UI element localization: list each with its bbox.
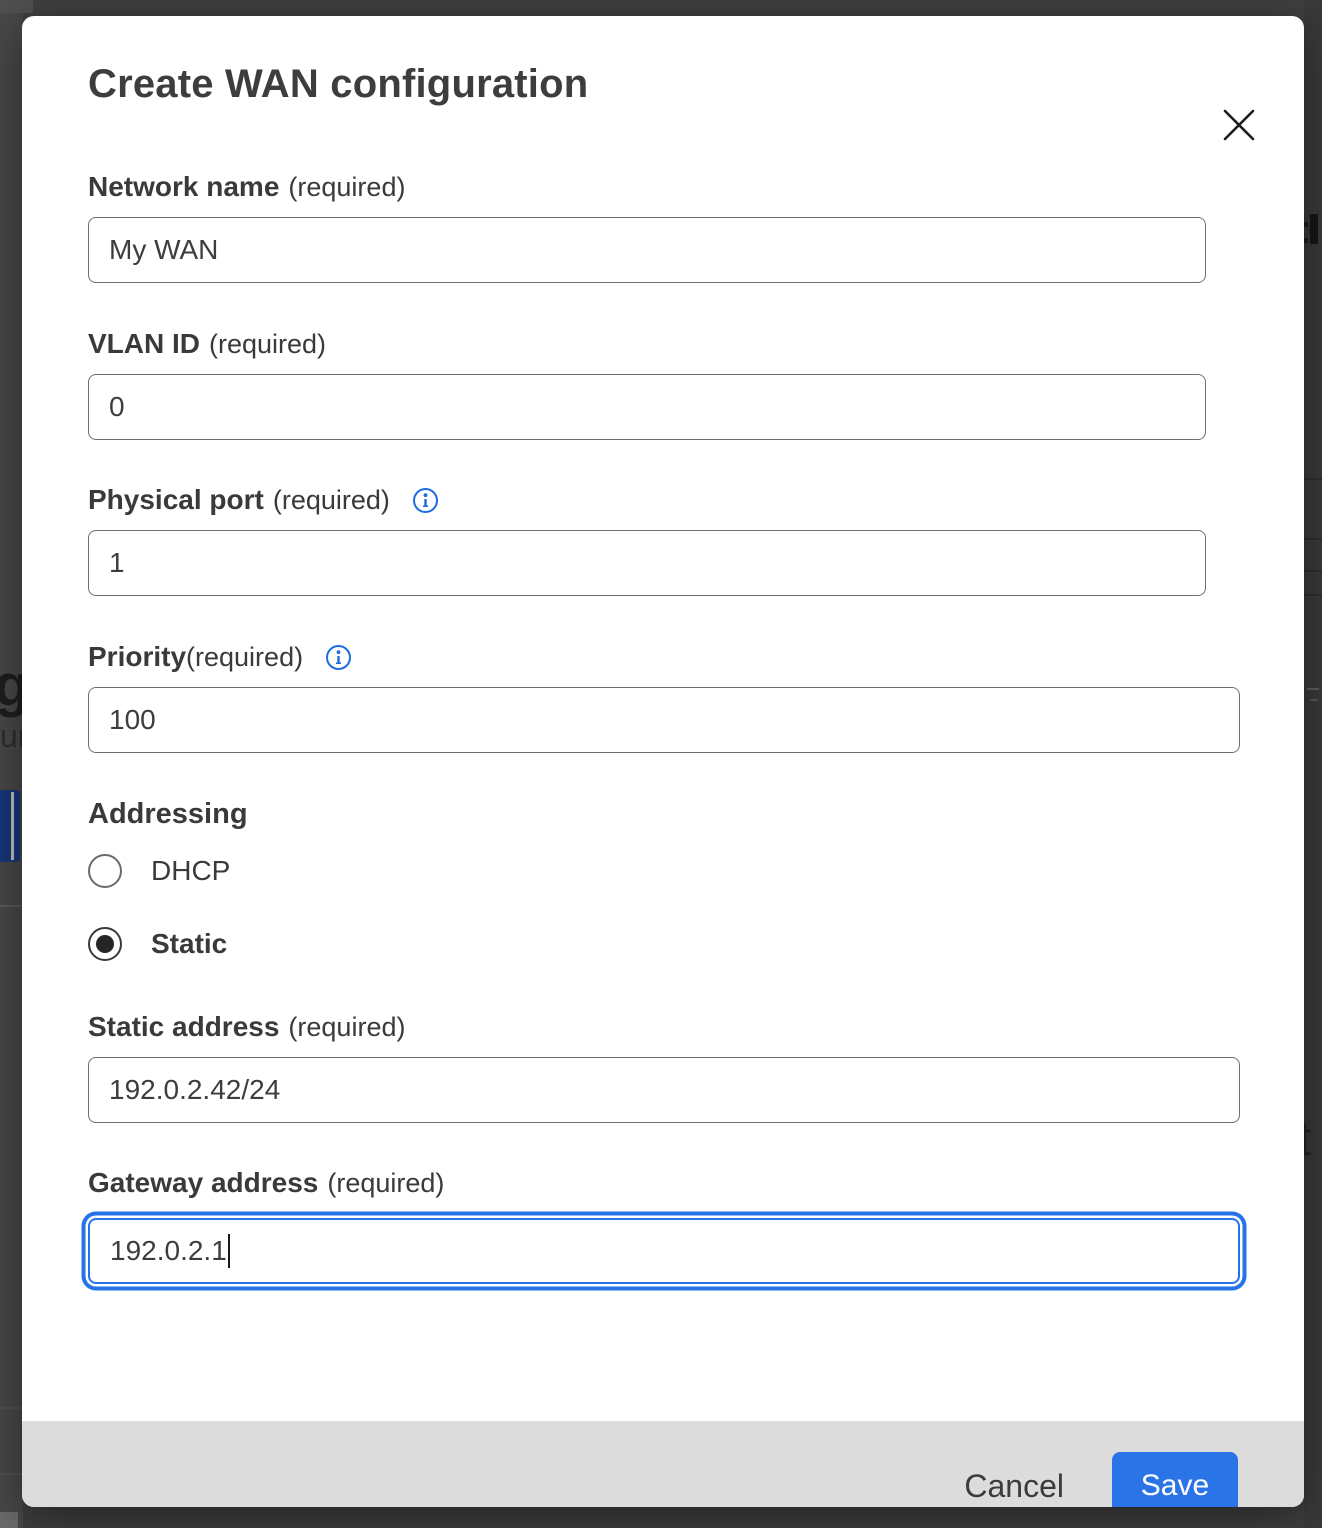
required-hint: (required) bbox=[209, 327, 326, 361]
background-dash bbox=[1310, 699, 1318, 701]
physical-port-input[interactable] bbox=[88, 530, 1206, 596]
background-topleft-patch bbox=[0, 0, 33, 13]
vlan-id-label-row: VLAN ID (required) bbox=[88, 327, 1304, 361]
required-hint: (required) bbox=[186, 640, 303, 674]
radio-static-label: Static bbox=[151, 928, 227, 960]
addressing-radio-static[interactable]: Static bbox=[88, 926, 1304, 962]
close-button[interactable] bbox=[1216, 102, 1262, 148]
background-divider-line bbox=[0, 1407, 23, 1409]
background-text-dot bbox=[1304, 238, 1308, 243]
save-button[interactable]: Save bbox=[1112, 1452, 1238, 1507]
background-table-row-line bbox=[1304, 570, 1322, 572]
background-dash bbox=[1307, 688, 1319, 690]
background-divider-line bbox=[0, 1473, 23, 1475]
background-text-fragment: ur bbox=[0, 718, 23, 755]
background-divider-line bbox=[0, 905, 23, 907]
radio-unselected-icon bbox=[88, 854, 122, 888]
gateway-address-value: 192.0.2.1 bbox=[110, 1235, 227, 1267]
required-hint: (required) bbox=[327, 1166, 444, 1200]
network-name-input[interactable] bbox=[88, 217, 1206, 283]
background-table-row-line bbox=[1304, 478, 1322, 480]
gateway-address-label: Gateway address bbox=[88, 1166, 318, 1200]
static-address-input[interactable] bbox=[88, 1057, 1240, 1123]
background-table-row-line bbox=[1304, 594, 1322, 596]
gateway-address-label-row: Gateway address (required) bbox=[88, 1166, 1304, 1200]
required-hint: (required) bbox=[288, 1010, 405, 1044]
cancel-button[interactable]: Cancel bbox=[964, 1468, 1064, 1505]
priority-label: Priority bbox=[88, 640, 186, 674]
background-blue-button-divider bbox=[11, 792, 14, 860]
vlan-id-input[interactable] bbox=[88, 374, 1206, 440]
physical-port-info-icon[interactable] bbox=[412, 487, 439, 514]
addressing-radio-dhcp[interactable]: DHCP bbox=[88, 853, 1304, 889]
close-icon bbox=[1220, 106, 1258, 144]
background-text-dot bbox=[1304, 222, 1308, 227]
background-table-row-line bbox=[1304, 538, 1322, 540]
background-blue-button-fragment bbox=[0, 790, 20, 862]
background-left-strip bbox=[0, 0, 23, 1528]
vlan-id-label: VLAN ID bbox=[88, 327, 200, 361]
static-address-label-row: Static address (required) bbox=[88, 1010, 1304, 1044]
addressing-heading: Addressing bbox=[88, 797, 1304, 831]
priority-label-row: Priority (required) bbox=[88, 640, 1304, 674]
create-wan-dialog: Create WAN configuration Network name (r… bbox=[22, 16, 1304, 1507]
required-hint: (required) bbox=[288, 170, 405, 204]
network-name-label: Network name bbox=[88, 170, 279, 204]
static-address-label: Static address bbox=[88, 1010, 279, 1044]
background-text-bar bbox=[1310, 214, 1318, 244]
priority-info-icon[interactable] bbox=[325, 644, 352, 671]
background-bottomleft-patch bbox=[0, 1512, 18, 1528]
network-name-label-row: Network name (required) bbox=[88, 170, 1304, 204]
radio-dhcp-label: DHCP bbox=[151, 855, 230, 887]
text-cursor bbox=[228, 1234, 231, 1268]
background-heading-fragment: gu bbox=[0, 652, 23, 719]
priority-input[interactable] bbox=[88, 687, 1240, 753]
gateway-address-input[interactable]: 192.0.2.1 bbox=[88, 1218, 1240, 1284]
physical-port-label: Physical port bbox=[88, 483, 264, 517]
dialog-title: Create WAN configuration bbox=[88, 60, 1304, 108]
background-right-strip bbox=[1304, 0, 1322, 1528]
radio-selected-icon bbox=[88, 927, 122, 961]
required-hint: (required) bbox=[273, 483, 390, 517]
physical-port-label-row: Physical port (required) bbox=[88, 483, 1304, 517]
dialog-footer: Cancel Save bbox=[22, 1421, 1304, 1507]
